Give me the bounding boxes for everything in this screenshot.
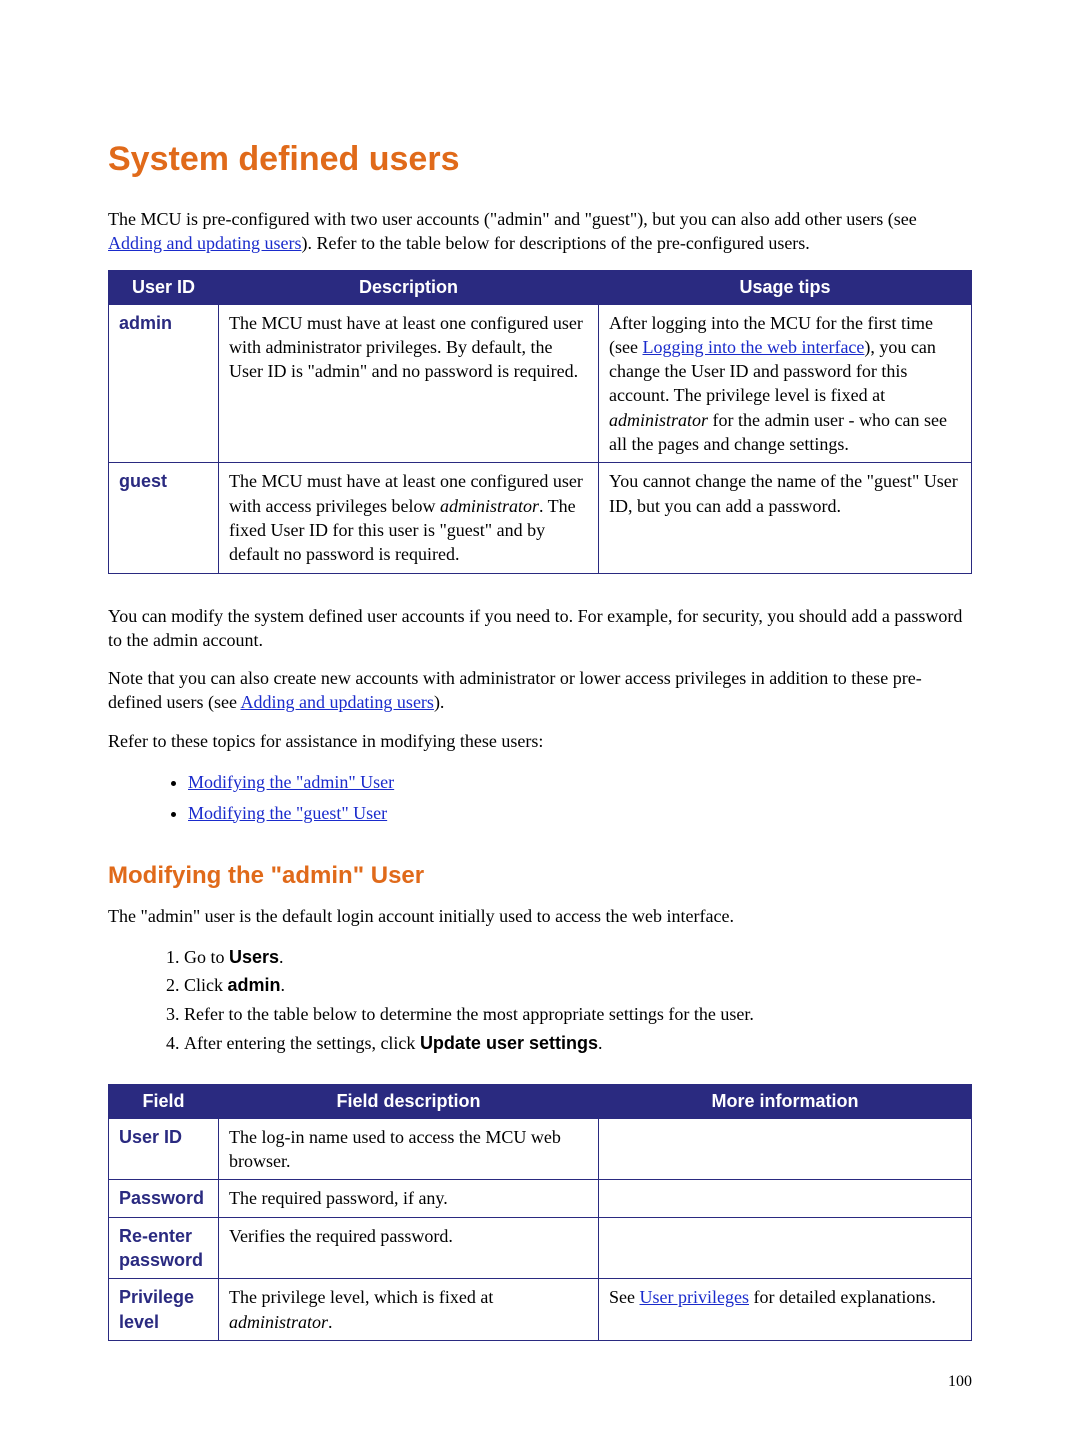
cell-field-desc: The log-in name used to access the MCU w…	[219, 1118, 599, 1180]
th-description: Description	[219, 270, 599, 304]
cell-field: Privilege level	[109, 1279, 219, 1341]
cell-description: The MCU must have at least one configure…	[219, 463, 599, 573]
cell-description: The MCU must have at least one configure…	[219, 304, 599, 463]
link-adding-users-2[interactable]: Adding and updating users	[240, 692, 433, 712]
th-user-id: User ID	[109, 270, 219, 304]
text: for detailed explanations.	[749, 1287, 936, 1307]
cell-more-info	[599, 1217, 972, 1279]
text-bold: Users	[229, 947, 279, 967]
page: System defined users The MCU is pre-conf…	[0, 0, 1080, 1431]
intro-paragraph: The MCU is pre-configured with two user …	[108, 207, 972, 256]
table-row: Privilege level The privilege level, whi…	[109, 1279, 972, 1341]
paragraph: You can modify the system defined user a…	[108, 604, 972, 653]
table-row: User ID The log-in name used to access t…	[109, 1118, 972, 1180]
cell-field-desc: The required password, if any.	[219, 1180, 599, 1217]
text-bold: admin	[228, 975, 281, 995]
steps-list: Go to Users. Click admin. Refer to the t…	[108, 943, 972, 1058]
link-user-privileges[interactable]: User privileges	[640, 1287, 749, 1307]
cell-field: Password	[109, 1180, 219, 1217]
text: The privilege level, which is fixed at	[229, 1287, 493, 1307]
cell-usage-tips: After logging into the MCU for the first…	[599, 304, 972, 463]
section-heading: Modifying the "admin" User	[108, 862, 972, 890]
paragraph: Refer to these topics for assistance in …	[108, 729, 972, 753]
text-bold: Update user settings	[420, 1033, 598, 1053]
text: .	[598, 1033, 603, 1053]
cell-more-info: See User privileges for detailed explana…	[599, 1279, 972, 1341]
list-item: Refer to the table below to determine th…	[184, 1000, 972, 1029]
link-adding-users[interactable]: Adding and updating users	[108, 233, 301, 253]
table-row: Password The required password, if any.	[109, 1180, 972, 1217]
topic-links-list: Modifying the "admin" User Modifying the…	[108, 767, 972, 828]
list-item: Modifying the "admin" User	[188, 767, 972, 798]
cell-field: User ID	[109, 1118, 219, 1180]
intro-post: ). Refer to the table below for descript…	[301, 233, 809, 253]
list-item: Modifying the "guest" User	[188, 798, 972, 829]
table-row: Re-enter password Verifies the required …	[109, 1217, 972, 1279]
paragraph: Note that you can also create new accoun…	[108, 666, 972, 715]
text: .	[279, 947, 284, 967]
text-italic: administrator	[440, 496, 539, 516]
list-item: After entering the settings, click Updat…	[184, 1029, 972, 1058]
cell-user-id: admin	[109, 304, 219, 463]
users-table: User ID Description Usage tips admin The…	[108, 270, 972, 574]
paragraph: The "admin" user is the default login ac…	[108, 904, 972, 928]
cell-more-info	[599, 1180, 972, 1217]
list-item: Go to Users.	[184, 943, 972, 972]
text: .	[281, 975, 286, 995]
text: Go to	[184, 947, 229, 967]
intro-pre: The MCU is pre-configured with two user …	[108, 209, 917, 229]
cell-field: Re-enter password	[109, 1217, 219, 1279]
table-header-row: User ID Description Usage tips	[109, 270, 972, 304]
cell-usage-tips: You cannot change the name of the "guest…	[599, 463, 972, 573]
page-title: System defined users	[108, 140, 972, 179]
text-italic: administrator	[609, 410, 708, 430]
table-row: admin The MCU must have at least one con…	[109, 304, 972, 463]
th-field-description: Field description	[219, 1084, 599, 1118]
fields-table: Field Field description More information…	[108, 1084, 972, 1341]
th-field: Field	[109, 1084, 219, 1118]
page-number: 100	[948, 1373, 972, 1391]
link-modify-admin[interactable]: Modifying the "admin" User	[188, 772, 394, 792]
text: See	[609, 1287, 640, 1307]
th-usage-tips: Usage tips	[599, 270, 972, 304]
text: Note that you can also create new accoun…	[108, 668, 922, 712]
text: .	[328, 1312, 333, 1332]
link-modify-guest[interactable]: Modifying the "guest" User	[188, 803, 387, 823]
table-header-row: Field Field description More information	[109, 1084, 972, 1118]
text: After entering the settings, click	[184, 1033, 420, 1053]
cell-more-info	[599, 1118, 972, 1180]
link-logging-in[interactable]: Logging into the web interface	[642, 337, 864, 357]
cell-field-desc: The privilege level, which is fixed at a…	[219, 1279, 599, 1341]
cell-field-desc: Verifies the required password.	[219, 1217, 599, 1279]
th-more-info: More information	[599, 1084, 972, 1118]
text: Click	[184, 975, 228, 995]
cell-user-id: guest	[109, 463, 219, 573]
list-item: Click admin.	[184, 971, 972, 1000]
table-row: guest The MCU must have at least one con…	[109, 463, 972, 573]
text-italic: administrator	[229, 1312, 328, 1332]
text: ).	[434, 692, 445, 712]
